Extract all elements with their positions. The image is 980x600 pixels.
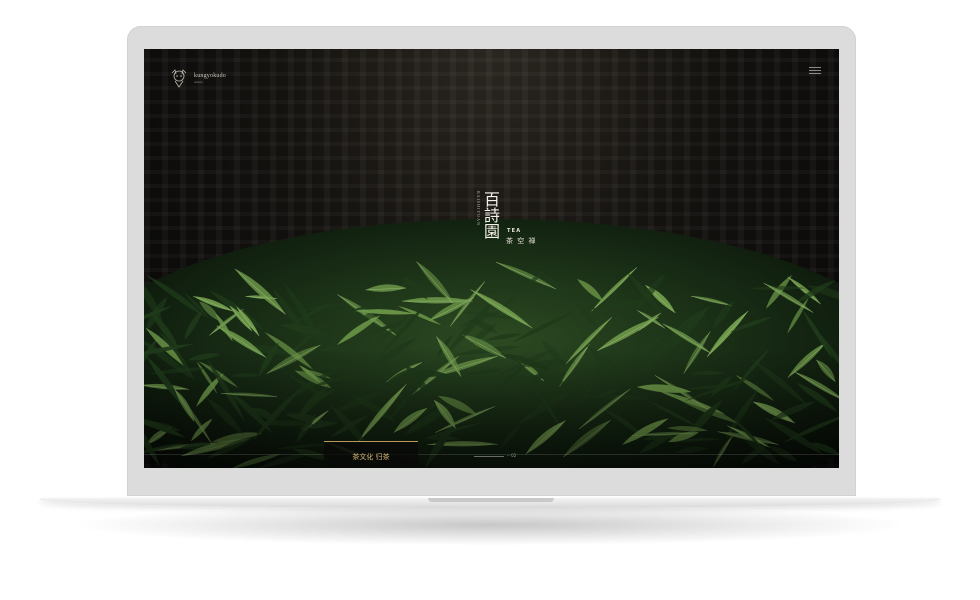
tea-label-cn: 茶 空 禅 bbox=[506, 237, 537, 245]
laptop-shadow bbox=[80, 505, 900, 545]
progress-bar bbox=[474, 455, 504, 457]
laptop-notch bbox=[428, 498, 554, 502]
slide-progress: -- 02 bbox=[474, 453, 516, 458]
crest-icon bbox=[171, 69, 187, 88]
hero-title: BAISHIYUAN 百詩園 TEA 茶 空 禅 bbox=[476, 191, 556, 251]
laptop-screen: kungyokudo Amuse BAISHIYUAN 百詩園 TEA 茶 空 … bbox=[144, 49, 839, 468]
tea-label-en: TEA bbox=[507, 228, 522, 234]
tab-tea-culture[interactable]: 茶文化 归茶 bbox=[324, 441, 418, 468]
hero-title-vertical: 百詩園 bbox=[481, 191, 500, 239]
progress-label: -- 02 bbox=[507, 453, 517, 458]
brand-subtitle: Amuse bbox=[194, 79, 203, 84]
brand-logo[interactable]: kungyokudo Amuse bbox=[168, 67, 226, 89]
tab-tea-culture-label: 茶文化 归茶 bbox=[352, 453, 390, 461]
tea-leaves-image bbox=[144, 219, 839, 468]
hamburger-menu-icon[interactable] bbox=[809, 65, 821, 77]
hero-photo bbox=[144, 49, 839, 468]
brand-name: kungyokudo bbox=[194, 72, 226, 79]
